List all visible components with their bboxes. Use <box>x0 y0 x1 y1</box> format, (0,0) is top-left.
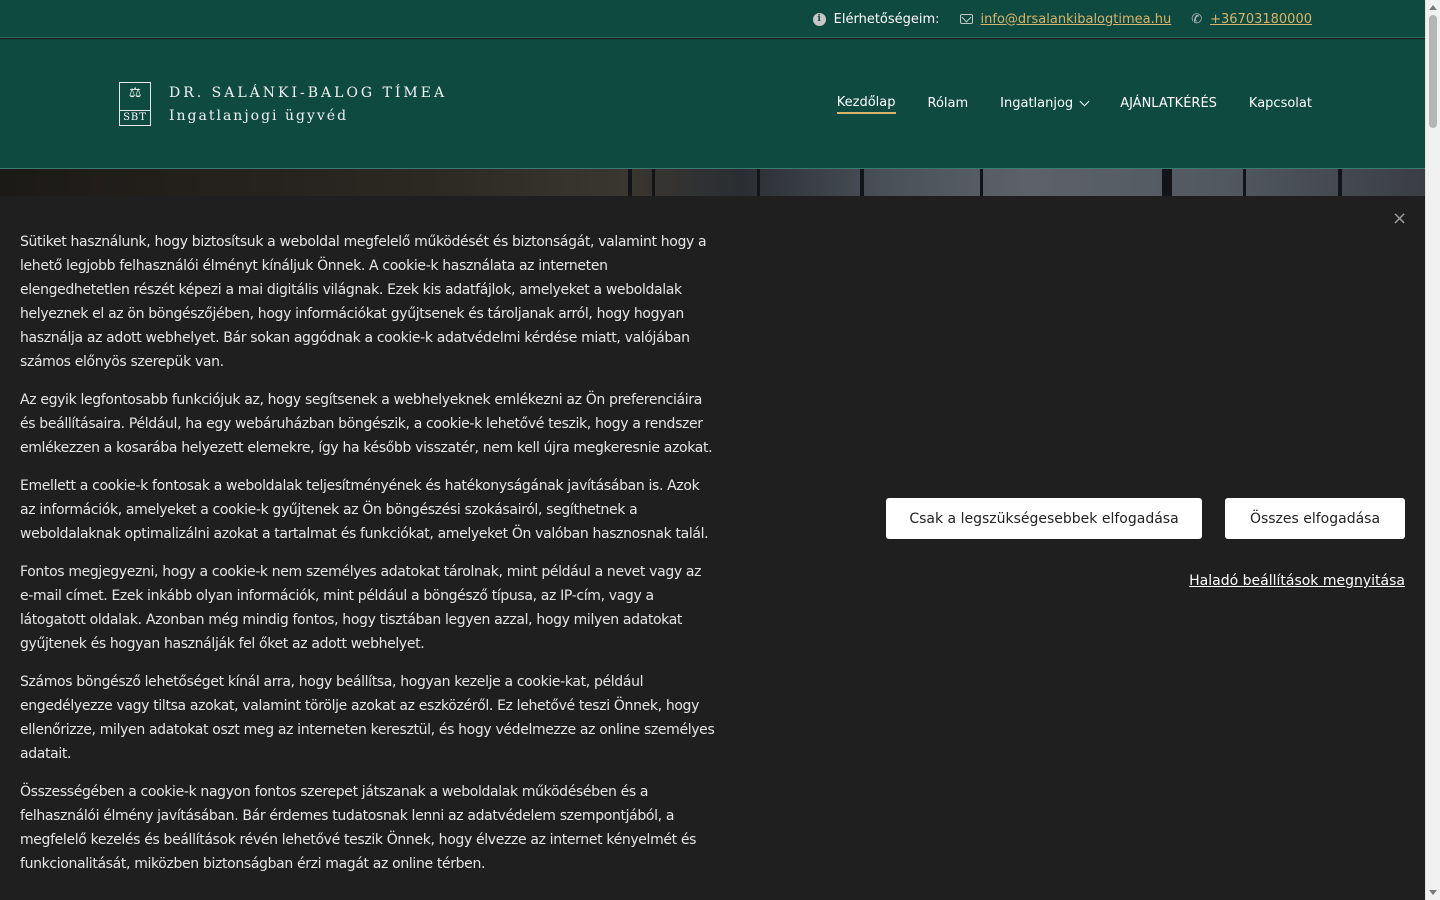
site-logo[interactable]: ⚖ SBT DR. SALÁNKI-BALOG TÍMEA Ingatlanjo… <box>119 82 447 126</box>
hero-image-detail <box>980 169 983 199</box>
scroll-down-icon[interactable] <box>1429 890 1437 895</box>
nav-item-ajanlatkeres[interactable]: AJÁNLATKÉRÉS <box>1120 96 1217 113</box>
phone-item: ✆ +36703180000 <box>1191 12 1312 27</box>
cookie-paragraph: Összességében a cookie-k nagyon fontos s… <box>20 784 697 872</box>
cookie-paragraph: Az egyik legfontosabb funkciójuk az, hog… <box>20 392 713 456</box>
close-icon[interactable]: × <box>1392 210 1407 228</box>
cookie-paragraph: Sütiket használunk, hogy biztosítsuk a w… <box>20 234 707 370</box>
email-link[interactable]: info@drsalankibalogtimea.hu <box>981 12 1172 27</box>
contact-label-item: i Elérhetőségeim: <box>812 11 940 27</box>
site-header: ⚖ SBT DR. SALÁNKI-BALOG TÍMEA Ingatlanjo… <box>0 39 1425 169</box>
advanced-settings-link[interactable]: Haladó beállítások megnyitása <box>1189 573 1405 589</box>
accept-all-button[interactable]: Összes elfogadása <box>1225 498 1405 539</box>
scroll-up-icon[interactable] <box>1429 5 1437 10</box>
accept-necessary-button[interactable]: Csak a legszükségesebbek elfogadása <box>886 498 1202 539</box>
phone-icon: ✆ <box>1191 11 1203 27</box>
cookie-text: Sütiket használunk, hogy biztosítsuk a w… <box>20 230 715 890</box>
logo-name: DR. SALÁNKI-BALOG TÍMEA <box>169 84 448 101</box>
page: i Elérhetőségeim: info@drsalankibalogtim… <box>0 0 1425 900</box>
hero-image-detail <box>652 169 655 199</box>
cookie-banner: Sütiket használunk, hogy biztosítsuk a w… <box>0 196 1425 900</box>
hero-image <box>0 169 1425 199</box>
nav-item-label: Kapcsolat <box>1248 96 1312 111</box>
hero-image-detail <box>1243 169 1246 199</box>
hero-image-detail <box>860 169 864 199</box>
scales-icon: ⚖ <box>128 85 142 101</box>
nav-item-kezdolap[interactable]: Kezdőlap <box>836 95 896 114</box>
contact-bar: i Elérhetőségeim: info@drsalankibalogtim… <box>0 0 1425 38</box>
nav-item-label: Rólam <box>927 96 969 111</box>
nav-item-kapcsolat[interactable]: Kapcsolat <box>1249 96 1312 113</box>
nav-item-rolam[interactable]: Rólam <box>928 96 969 113</box>
hero-image-detail <box>1338 169 1342 199</box>
hero-image-detail <box>1162 169 1172 199</box>
hero-image-detail <box>757 169 760 199</box>
logo-text: DR. SALÁNKI-BALOG TÍMEA Ingatlanjogi ügy… <box>169 85 447 124</box>
contact-label: Elérhetőségeim: <box>833 11 940 27</box>
nav-item-label: Ingatlanjog <box>1000 96 1074 111</box>
cookie-paragraph: Fontos megjegyezni, hogy a cookie-k nem … <box>20 564 702 652</box>
email-item: info@drsalankibalogtimea.hu <box>959 12 1172 27</box>
hero-image-detail <box>628 169 632 199</box>
nav-item-label: Kezdőlap <box>836 95 896 110</box>
logo-mark: ⚖ SBT <box>119 82 151 126</box>
logo-monogram: SBT <box>120 110 150 123</box>
phone-link[interactable]: +36703180000 <box>1210 12 1312 27</box>
logo-subtitle: Ingatlanjogi ügyvéd <box>169 107 349 124</box>
mail-icon <box>959 14 973 24</box>
main-nav: Kezdőlap Rólam Ingatlanjog AJÁNLATKÉRÉS … <box>836 95 1312 114</box>
chevron-down-icon <box>1079 96 1090 107</box>
page-scrollbar[interactable] <box>1425 0 1440 900</box>
nav-item-ingatlanjog[interactable]: Ingatlanjog <box>1000 96 1090 113</box>
scrollbar-thumb[interactable] <box>1429 15 1437 128</box>
contact-bar-items: i Elérhetőségeim: info@drsalankibalogtim… <box>812 0 1312 38</box>
info-icon: i <box>812 12 826 26</box>
cookie-paragraph: Emellett a cookie-k fontosak a weboldala… <box>20 478 709 542</box>
nav-item-label: AJÁNLATKÉRÉS <box>1120 96 1217 111</box>
cookie-paragraph: Számos böngésző lehetőséget kínál arra, … <box>20 674 715 762</box>
